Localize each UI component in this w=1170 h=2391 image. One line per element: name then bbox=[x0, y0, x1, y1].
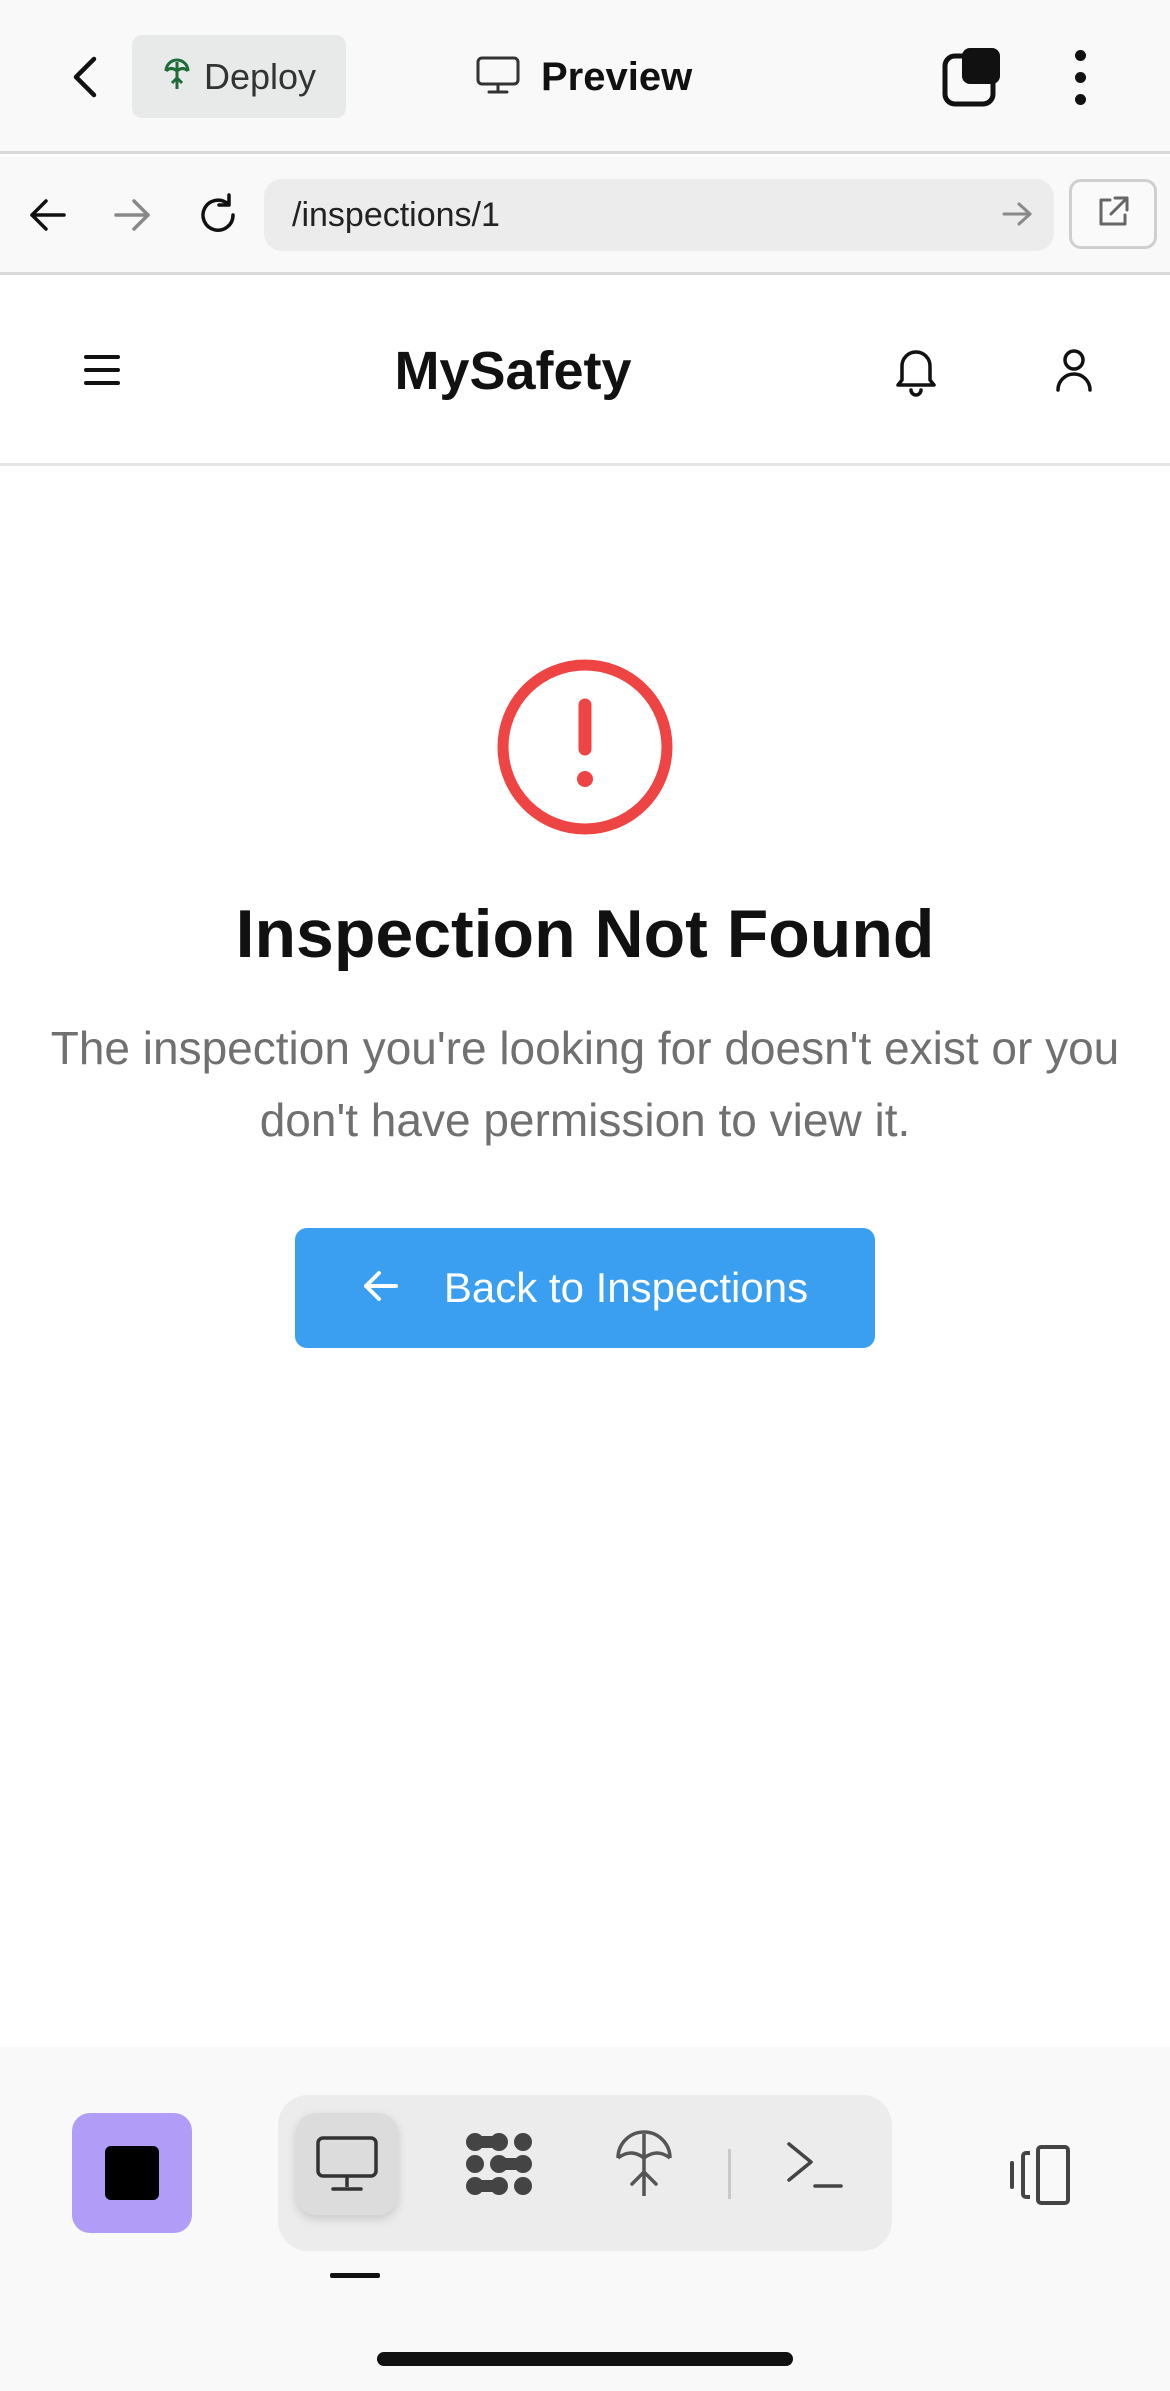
stop-button[interactable] bbox=[72, 2113, 192, 2233]
monitor-icon bbox=[475, 55, 521, 100]
app-header: MySafety bbox=[0, 278, 1170, 466]
preview-title: Preview bbox=[475, 42, 692, 112]
user-profile-icon[interactable] bbox=[1046, 340, 1102, 400]
preview-tool-monitor-icon[interactable] bbox=[296, 2113, 398, 2215]
reload-icon[interactable] bbox=[190, 187, 246, 243]
tabs-icon[interactable] bbox=[940, 44, 1004, 110]
back-chevron-icon[interactable] bbox=[58, 44, 114, 110]
address-bar: /inspections/1 bbox=[0, 157, 1170, 275]
deploy-button[interactable]: Deploy bbox=[132, 35, 346, 118]
back-to-inspections-button[interactable]: Back to Inspections bbox=[295, 1228, 875, 1348]
browser-back-icon[interactable] bbox=[20, 187, 76, 243]
deploy-label: Deploy bbox=[204, 55, 317, 97]
terminal-prompt-icon[interactable] bbox=[763, 2113, 865, 2215]
active-tab-indicator bbox=[330, 2273, 380, 2278]
deploy-tool-icon[interactable] bbox=[593, 2113, 695, 2215]
url-text: /inspections/1 bbox=[292, 195, 500, 234]
workflows-grid-icon[interactable] bbox=[448, 2113, 550, 2215]
arrow-left-icon bbox=[362, 1269, 400, 1308]
home-indicator bbox=[377, 2352, 793, 2366]
brand-title: MySafety bbox=[394, 341, 632, 401]
url-input[interactable]: /inspections/1 bbox=[264, 179, 1054, 251]
external-link-icon bbox=[1095, 194, 1131, 235]
preview-label: Preview bbox=[541, 54, 693, 99]
alert-circle-icon bbox=[495, 657, 675, 837]
back-to-inspections-label: Back to Inspections bbox=[443, 1264, 809, 1311]
device-switch-icon[interactable] bbox=[1000, 2137, 1076, 2213]
error-title: Inspection Not Found bbox=[235, 896, 935, 972]
stop-icon bbox=[105, 2146, 159, 2200]
bottom-toolbar bbox=[0, 2047, 1170, 2391]
error-message: The inspection you're looking for doesn'… bbox=[50, 1022, 1120, 1146]
top-app-bar: Deploy Preview bbox=[0, 0, 1170, 154]
open-external-button[interactable] bbox=[1069, 179, 1157, 249]
browser-forward-icon[interactable] bbox=[104, 187, 160, 243]
deploy-icon bbox=[162, 56, 192, 97]
toolbar-divider bbox=[728, 2149, 731, 2199]
notifications-bell-icon[interactable] bbox=[888, 340, 944, 400]
more-options-icon[interactable] bbox=[1060, 44, 1100, 110]
go-arrow-icon[interactable] bbox=[1000, 197, 1034, 236]
